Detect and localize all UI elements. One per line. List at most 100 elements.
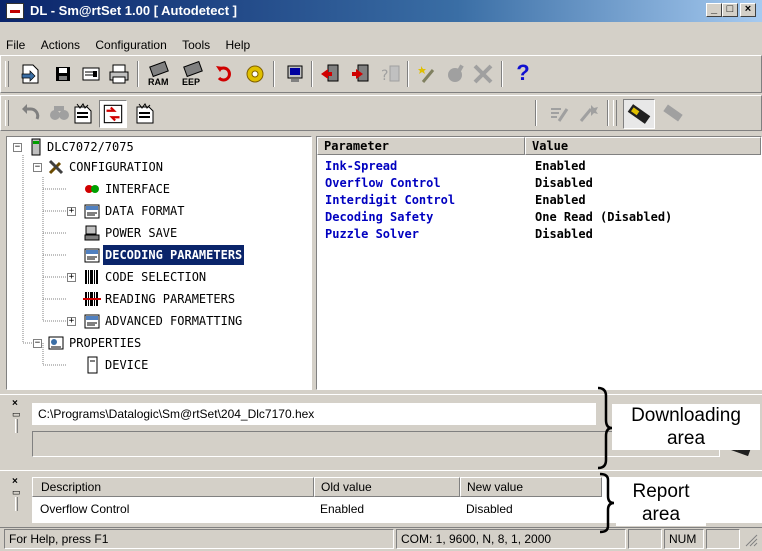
query-device-icon[interactable]: ? — [379, 62, 403, 86]
app-icon[interactable] — [6, 3, 24, 19]
tree-label: PROPERTIES — [69, 336, 142, 350]
expand-toggle[interactable]: + — [67, 207, 76, 216]
download-icon[interactable] — [349, 62, 373, 86]
eep-label: EEP — [182, 77, 201, 87]
panel-grip[interactable] — [15, 497, 18, 511]
close-panel-icon[interactable]: × — [12, 477, 24, 487]
column-header-parameter[interactable]: Parameter — [317, 137, 525, 155]
settings-gear-icon[interactable] — [243, 62, 267, 86]
expand-toggle[interactable]: + — [67, 273, 76, 282]
param-row[interactable]: Interdigit Control Enabled — [325, 193, 586, 210]
menu-tools[interactable]: Tools — [176, 35, 216, 52]
collapse-toggle[interactable]: − — [13, 143, 22, 152]
minimize-icon: _ — [710, 3, 718, 15]
column-header-description[interactable]: Description — [32, 477, 314, 497]
power-save-icon — [84, 225, 100, 241]
report-area-label: Report area — [616, 480, 706, 526]
status-caps — [628, 529, 662, 549]
menu-configuration[interactable]: Configuration — [89, 35, 172, 52]
expand-toggle[interactable]: + — [67, 317, 76, 326]
menu-actions[interactable]: Actions — [35, 35, 86, 52]
ram-button[interactable]: RAM — [145, 60, 173, 89]
column-header-new-value[interactable]: New value — [460, 477, 602, 497]
edit-wand-disabled-icon[interactable] — [577, 101, 601, 125]
menu-bar: File Actions Configuration Tools Help — [0, 35, 762, 55]
param-row[interactable]: Puzzle Solver Disabled — [325, 227, 593, 244]
monitor-icon[interactable] — [283, 62, 307, 86]
toolbar-separator — [137, 61, 139, 87]
scanner-icon — [627, 104, 651, 124]
column-header-value[interactable]: Value — [525, 137, 761, 155]
collapse-toggle[interactable]: − — [33, 163, 42, 172]
title-bar[interactable]: DL - Sm@rtSet 1.00 [ Autodetect ] _ □ × — [0, 0, 762, 22]
print-icon[interactable] — [107, 62, 131, 86]
scanner-device-icon — [31, 138, 41, 156]
eep-button[interactable]: EEP — [179, 60, 207, 89]
param-row[interactable]: Ink-Spread Enabled — [325, 159, 586, 176]
menu-tools-label: Tools — [182, 38, 211, 52]
resize-grip-icon[interactable] — [744, 533, 758, 547]
barcode-read-icon — [83, 292, 101, 306]
undo-icon[interactable] — [19, 101, 43, 125]
window-title: DL - Sm@rtSet 1.00 [ Autodetect ] — [30, 3, 237, 18]
collapse-toggle[interactable]: − — [33, 339, 42, 348]
properties-icon[interactable] — [79, 62, 103, 86]
close-panel-icon[interactable]: × — [12, 399, 24, 409]
tree-label: CONFIGURATION — [69, 160, 163, 174]
app-window: DL - Sm@rtSet 1.00 [ Autodetect ] _ □ × … — [0, 0, 762, 551]
param-row[interactable]: Decoding Safety One Read (Disabled) — [325, 210, 672, 227]
connect-button[interactable] — [623, 99, 655, 129]
help-icon[interactable]: ? — [511, 60, 535, 85]
reset-icon[interactable] — [213, 62, 237, 86]
downloading-area-label: Downloading area — [612, 404, 760, 450]
menu-help-label: Help — [225, 38, 251, 52]
menu-actions-label: Actions — [40, 38, 81, 52]
new-config-icon[interactable] — [133, 101, 157, 125]
param-value: One Read (Disabled) — [535, 210, 673, 224]
param-row[interactable]: Overflow Control Disabled — [325, 176, 593, 193]
param-value: Enabled — [535, 193, 586, 207]
report-description: Overflow Control — [40, 502, 130, 516]
status-help-text: For Help, press F1 — [4, 529, 394, 549]
disabled-cancel-icon[interactable] — [471, 62, 495, 86]
float-panel-icon[interactable]: ▭ — [12, 487, 24, 497]
float-panel-icon[interactable]: ▭ — [12, 409, 24, 419]
menu-file[interactable]: File — [0, 35, 31, 52]
config-page-icon — [84, 248, 100, 263]
tree-label: CODE SELECTION — [105, 270, 207, 284]
toolbar-separator — [311, 61, 313, 87]
interface-icon — [85, 185, 99, 193]
maximize-button[interactable]: □ — [722, 3, 738, 17]
toolbar-grip[interactable] — [5, 100, 9, 126]
tools-icon — [48, 159, 64, 175]
find-icon[interactable] — [47, 101, 71, 125]
scanner-disabled-icon[interactable] — [661, 101, 685, 125]
panel-grip[interactable] — [15, 419, 18, 433]
edit-disabled-icon[interactable] — [547, 101, 571, 125]
param-name: Ink-Spread — [325, 159, 398, 173]
tree-label-selected: DECODING PARAMETERS — [103, 245, 245, 265]
toolbar-separator — [535, 100, 537, 126]
menu-configuration-label: Configuration — [95, 38, 167, 52]
tree-label: POWER SAVE — [105, 226, 178, 240]
tree-label: READING PARAMETERS — [105, 292, 236, 306]
param-name: Puzzle Solver — [325, 227, 419, 241]
close-button[interactable]: × — [740, 3, 756, 17]
toolbar-grip[interactable] — [613, 100, 617, 126]
new-file-icon[interactable] — [19, 62, 43, 86]
save-icon[interactable] — [51, 62, 75, 86]
upload-icon[interactable] — [319, 62, 343, 86]
toolbar-grip[interactable] — [5, 61, 9, 87]
compare-button[interactable] — [99, 100, 127, 128]
wizard-icon[interactable] — [415, 62, 439, 86]
parameter-list: Parameter Value Ink-Spread Enabled Overfl… — [316, 136, 762, 390]
report-row[interactable]: Overflow Control Enabled Disabled — [32, 499, 602, 519]
column-header-old-value[interactable]: Old value — [314, 477, 460, 497]
config-doc-icon[interactable] — [71, 101, 95, 125]
disabled-tool-icon[interactable] — [443, 62, 467, 86]
panel-controls: × ▭ — [12, 399, 24, 439]
tree-label: DEVICE — [105, 358, 149, 372]
menu-help[interactable]: Help — [219, 35, 256, 52]
minimize-button[interactable]: _ — [706, 3, 722, 17]
toolbar-separator — [407, 61, 409, 87]
